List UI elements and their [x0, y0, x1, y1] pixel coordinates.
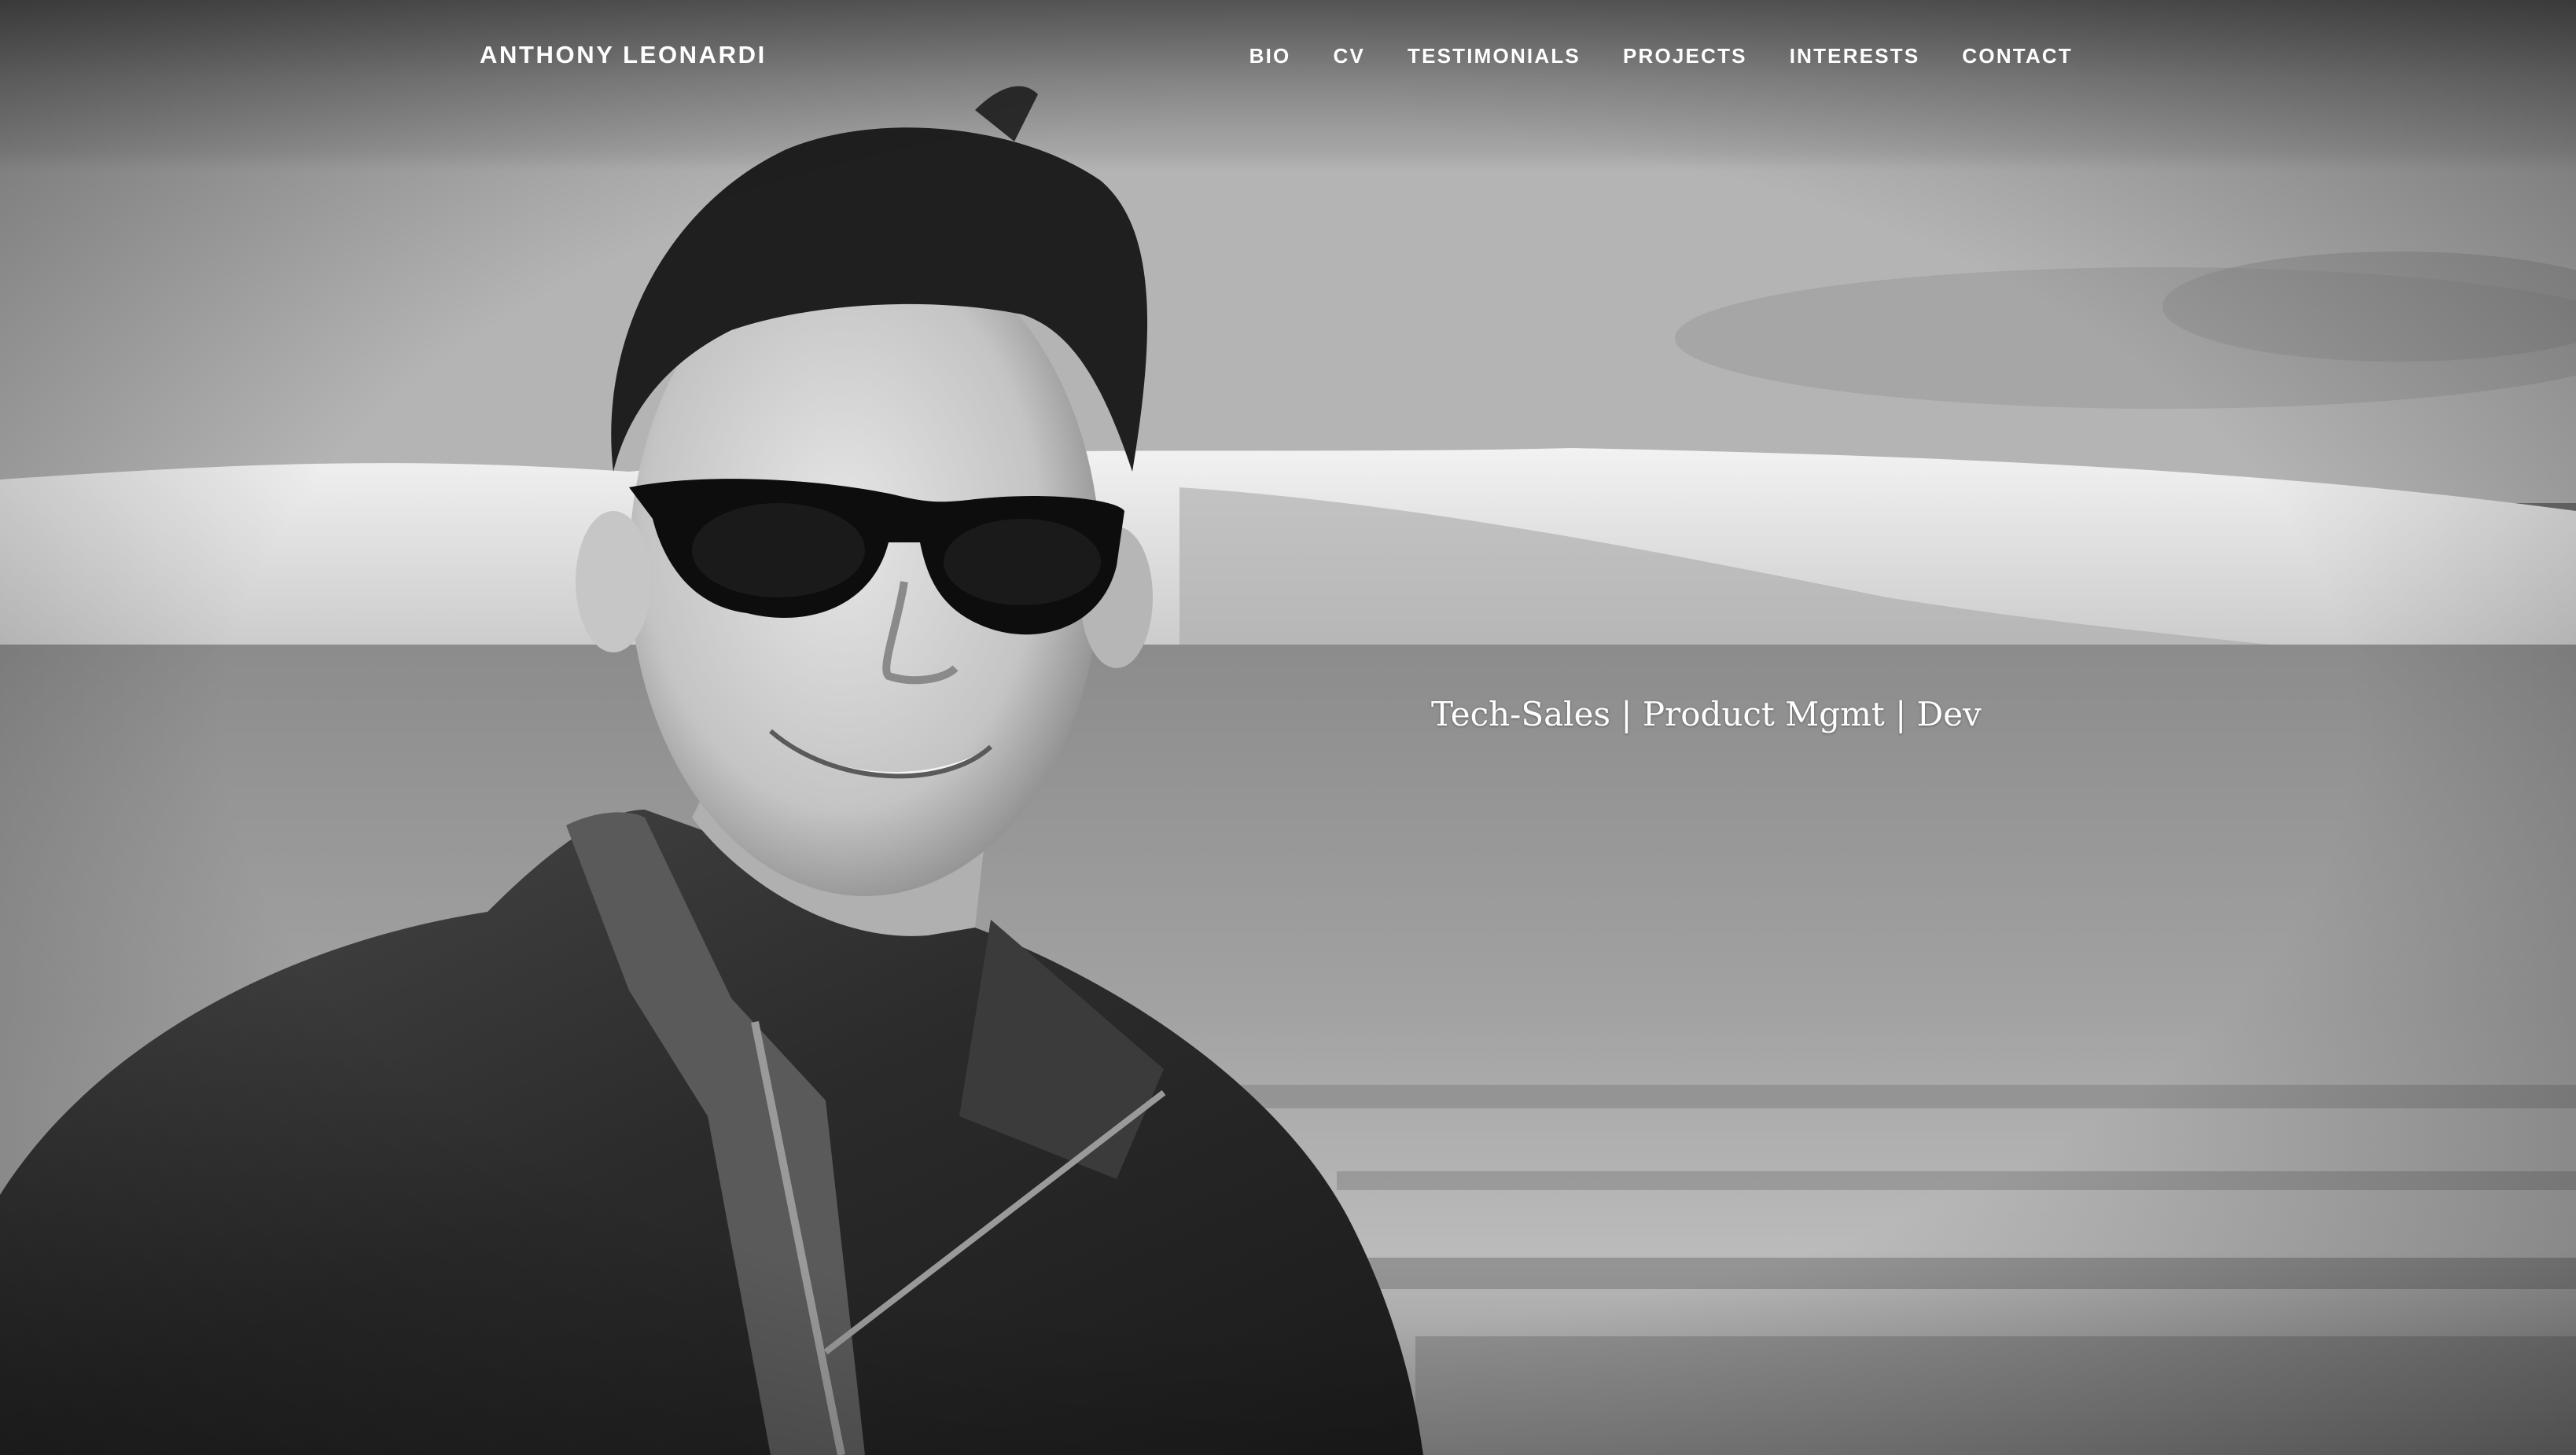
main-navigation: BIO CV TESTIMONIALS PROJECTS INTERESTS C… [1249, 44, 2073, 68]
nav-projects[interactable]: PROJECTS [1623, 44, 1747, 68]
nav-testimonials[interactable]: TESTIMONIALS [1408, 44, 1581, 68]
hero-background-photo [0, 0, 2576, 1455]
site-header: ANTHONY LEONARDI BIO CV TESTIMONIALS PRO… [0, 0, 2576, 118]
nav-cv[interactable]: CV [1333, 44, 1365, 68]
hero-tagline: Tech-Sales | Product Mgmt | Dev [1431, 695, 1982, 733]
site-title-link[interactable]: ANTHONY LEONARDI [480, 41, 767, 69]
nav-bio[interactable]: BIO [1249, 44, 1291, 68]
page: ANTHONY LEONARDI BIO CV TESTIMONIALS PRO… [0, 0, 2576, 1455]
nav-contact[interactable]: CONTACT [1962, 44, 2073, 68]
nav-interests[interactable]: INTERESTS [1790, 44, 1920, 68]
